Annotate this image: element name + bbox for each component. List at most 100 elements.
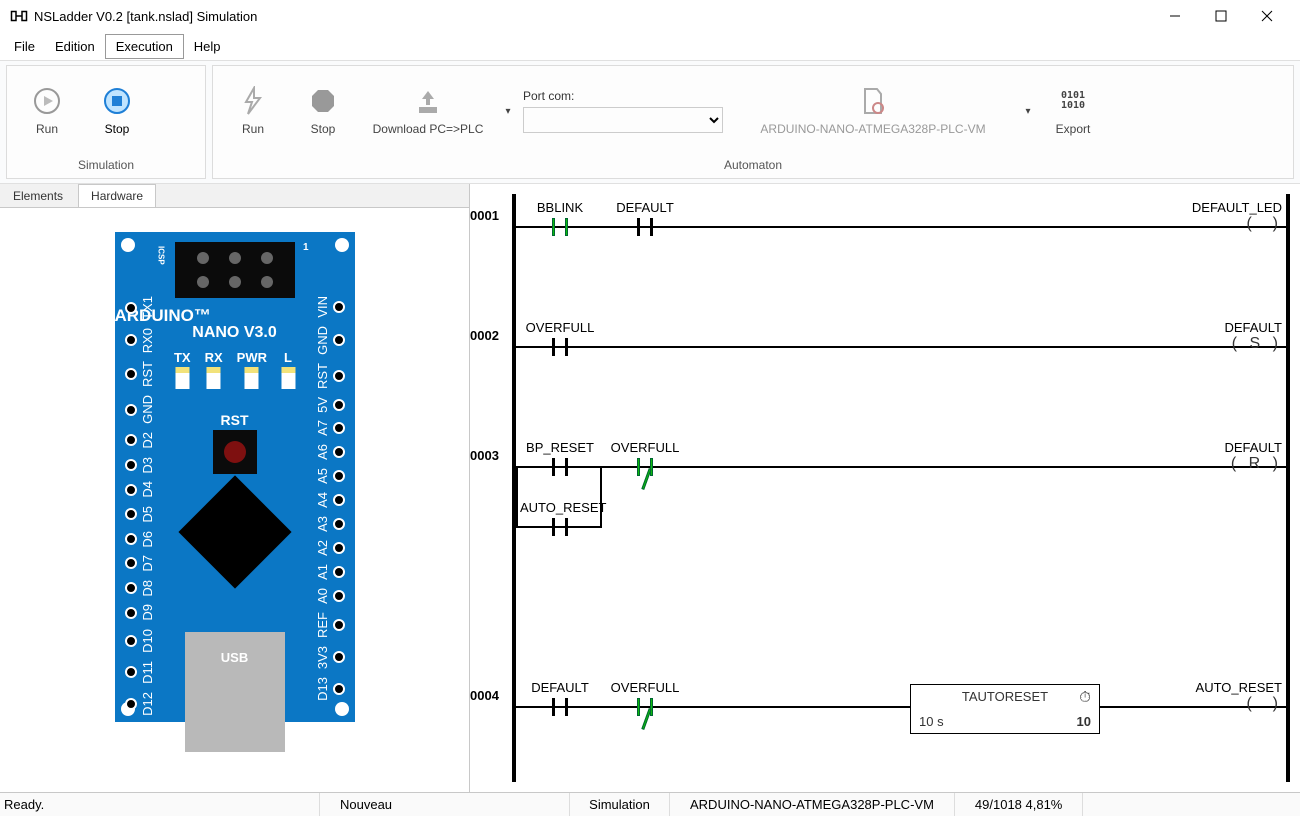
- pin-REF[interactable]: REF: [315, 612, 345, 638]
- arduino-nano-board[interactable]: ICSP 1 ARDUINO™ NANO V3.0 TX RX PWR L RS…: [115, 232, 355, 722]
- pin-D12[interactable]: D12: [125, 692, 155, 716]
- status-nouveau: Nouveau: [320, 793, 570, 816]
- coil-DEFAULT[interactable]: DEFAULT( S ): [1182, 320, 1282, 353]
- status-target: ARDUINO-NANO-ATMEGA328P-PLC-VM: [670, 793, 955, 816]
- contact-OVERFULL[interactable]: OVERFULL: [520, 320, 600, 357]
- ribbon-group-simulation: Run Stop Simulation: [6, 65, 206, 179]
- menu-help[interactable]: Help: [184, 35, 231, 58]
- download-button[interactable]: Download PC=>PLC: [363, 86, 493, 136]
- window-title: NSLadder V0.2 [tank.nslad] Simulation: [34, 9, 1152, 24]
- pin-TX1[interactable]: TX1: [125, 296, 155, 320]
- coil-DEFAULT[interactable]: DEFAULT( R ): [1182, 440, 1282, 473]
- ribbon-simulation-label: Simulation: [7, 156, 205, 178]
- main-area: Elements Hardware ICSP 1 ARDUINO™ NANO V…: [0, 184, 1300, 792]
- mcu-chip: [178, 475, 291, 588]
- pin-GND[interactable]: GND: [315, 326, 345, 355]
- pin-D13[interactable]: D13: [315, 677, 345, 701]
- pin-D2[interactable]: D2: [125, 432, 155, 449]
- pin-D11[interactable]: D11: [125, 661, 155, 684]
- pin-A1[interactable]: A1: [315, 564, 345, 580]
- left-pane: Elements Hardware ICSP 1 ARDUINO™ NANO V…: [0, 184, 470, 792]
- icsp-header: [175, 242, 295, 298]
- pin-A0[interactable]: A0: [315, 588, 345, 604]
- pin-3V3[interactable]: 3V3: [315, 646, 345, 669]
- rung-0002[interactable]: 0002 OVERFULL DEFAULT( S ): [470, 310, 1300, 370]
- maximize-button[interactable]: [1198, 0, 1244, 32]
- pin-A6[interactable]: A6: [315, 444, 345, 460]
- minimize-button[interactable]: [1152, 0, 1198, 32]
- pin-RST[interactable]: RST: [125, 361, 155, 387]
- status-mode: Simulation: [570, 793, 670, 816]
- titlebar: NSLadder V0.2 [tank.nslad] Simulation: [0, 0, 1300, 32]
- led-row: TX RX PWR L: [174, 350, 295, 389]
- contact-BBLINK[interactable]: BBLINK: [520, 200, 600, 237]
- close-button[interactable]: [1244, 0, 1290, 32]
- pin-VIN[interactable]: VIN: [315, 296, 345, 318]
- usb-connector: USB: [185, 632, 285, 752]
- port-com-label: Port com:: [523, 89, 723, 103]
- contact-DEFAULT[interactable]: DEFAULT: [520, 680, 600, 717]
- pin-D4[interactable]: D4: [125, 481, 155, 498]
- statusbar: Ready. Nouveau Simulation ARDUINO-NANO-A…: [0, 792, 1300, 816]
- pin-D10[interactable]: D10: [125, 629, 155, 653]
- sim-run-button[interactable]: Run: [17, 86, 77, 136]
- timer-TAUTORESET[interactable]: TAUTORESET⏱10 s10: [910, 684, 1100, 734]
- rung-0001[interactable]: 0001 BBLINKDEFAULT DEFAULT_LED( ): [470, 190, 1300, 250]
- upload-icon: [413, 86, 443, 116]
- auto-stop-button[interactable]: Stop: [293, 86, 353, 136]
- contact-OVERFULL[interactable]: OVERFULL: [605, 440, 685, 477]
- pin-GND[interactable]: GND: [125, 395, 155, 424]
- menubar: File Edition Execution Help: [0, 32, 1300, 60]
- menu-execution[interactable]: Execution: [105, 34, 184, 59]
- pin-RST[interactable]: RST: [315, 363, 345, 389]
- pin-D7[interactable]: D7: [125, 555, 155, 572]
- rung-0003[interactable]: 0003 BP_RESETOVERFULL DEFAULT( R ) AUTO_RES…: [470, 430, 1300, 550]
- pin-A5[interactable]: A5: [315, 468, 345, 484]
- rung-number: 0003: [470, 448, 512, 463]
- pin1-label: 1: [303, 242, 309, 253]
- pin-D8[interactable]: D8: [125, 580, 155, 597]
- pin-RX0[interactable]: RX0: [125, 328, 155, 353]
- pin-D6[interactable]: D6: [125, 531, 155, 548]
- rung-number: 0002: [470, 328, 512, 343]
- contact-OVERFULL[interactable]: OVERFULL: [605, 680, 685, 717]
- pin-5V[interactable]: 5V: [315, 397, 345, 413]
- auto-run-label: Run: [242, 122, 264, 136]
- ladder-diagram[interactable]: 0001BBLINKDEFAULTDEFAULT_LED( )0002OVERF…: [470, 184, 1300, 792]
- pin-A7[interactable]: A7: [315, 420, 345, 436]
- coil-AUTO_RESET[interactable]: AUTO_RESET( ): [1182, 680, 1282, 713]
- export-button[interactable]: 0101 1010 Export: [1043, 86, 1103, 136]
- pin-A3[interactable]: A3: [315, 516, 345, 532]
- coil-DEFAULT_LED[interactable]: DEFAULT_LED( ): [1182, 200, 1282, 233]
- tab-elements[interactable]: Elements: [0, 184, 76, 207]
- auto-stop-label: Stop: [311, 122, 336, 136]
- pin-column-left: TX1 RX0 RST GND D2 D3 D4 D5 D6 D7 D8 D9 D10 D11 D12: [125, 296, 155, 716]
- dropdown-arrow-icon[interactable]: ▾: [503, 106, 513, 117]
- sim-stop-button[interactable]: Stop: [87, 86, 147, 136]
- target-dropdown-icon[interactable]: ▾: [1023, 106, 1033, 117]
- menu-edition[interactable]: Edition: [45, 35, 105, 58]
- contact-DEFAULT[interactable]: DEFAULT: [605, 200, 685, 237]
- ribbon: Run Stop Simulation Run Stop Download PC…: [0, 60, 1300, 184]
- auto-run-button[interactable]: Run: [223, 86, 283, 136]
- pin-A4[interactable]: A4: [315, 492, 345, 508]
- rung-0004[interactable]: 0004DEFAULTOVERFULLTAUTORESET⏱10 s10AUTO…: [470, 670, 1300, 730]
- reset-button[interactable]: [213, 430, 257, 474]
- rung-number: 0001: [470, 208, 512, 223]
- target-button[interactable]: ARDUINO-NANO-ATMEGA328P-PLC-VM: [733, 86, 1013, 136]
- pin-D5[interactable]: D5: [125, 506, 155, 523]
- pin-A2[interactable]: A2: [315, 540, 345, 556]
- tab-hardware[interactable]: Hardware: [78, 184, 156, 207]
- menu-file[interactable]: File: [4, 35, 45, 58]
- port-com-select[interactable]: [523, 107, 723, 133]
- stop-icon: [102, 86, 132, 116]
- pin-D9[interactable]: D9: [125, 604, 155, 621]
- ribbon-group-automaton: Run Stop Download PC=>PLC ▾ Port com: AR…: [212, 65, 1294, 179]
- pin-D3[interactable]: D3: [125, 457, 155, 474]
- status-ready: Ready.: [0, 793, 320, 816]
- contact-BP_RESET[interactable]: BP_RESET: [520, 440, 600, 477]
- ribbon-automaton-label: Automaton: [213, 156, 1293, 178]
- contact-AUTO_RESET[interactable]: AUTO_RESET: [520, 500, 600, 537]
- rung-0005[interactable]: 0005MINMAXDEFAULTOVERFULLPUMP( )PUMP: [470, 790, 1300, 792]
- play-icon: [32, 86, 62, 116]
